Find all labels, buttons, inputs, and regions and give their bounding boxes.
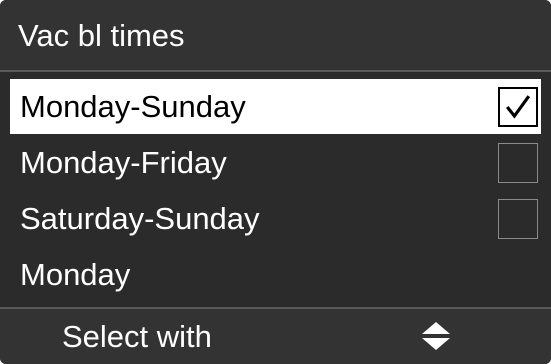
option-checkbox[interactable] (498, 143, 538, 183)
option-checkbox[interactable] (498, 199, 538, 239)
option-saturday-sunday[interactable]: Saturday-Sunday (10, 191, 541, 246)
select-hint: Select with (62, 319, 212, 354)
header-bar: Vac bl times (0, 0, 551, 72)
footer-bar: Select with (0, 307, 551, 364)
vacation-blocking-times-screen: Vac bl times Monday-Sunday Monday-Friday… (0, 0, 551, 364)
option-monday-sunday[interactable]: Monday-Sunday (10, 79, 541, 134)
page-title: Vac bl times (18, 18, 185, 53)
up-down-arrows-icon (422, 322, 450, 350)
option-checkbox[interactable] (498, 87, 538, 127)
option-label: Monday-Friday (20, 145, 227, 180)
option-label: Monday (20, 257, 131, 292)
option-monday[interactable]: Monday (10, 247, 541, 302)
checkmark-icon (505, 95, 531, 119)
option-label: Saturday-Sunday (20, 201, 260, 236)
option-label: Monday-Sunday (20, 89, 246, 124)
option-monday-friday[interactable]: Monday-Friday (10, 135, 541, 190)
